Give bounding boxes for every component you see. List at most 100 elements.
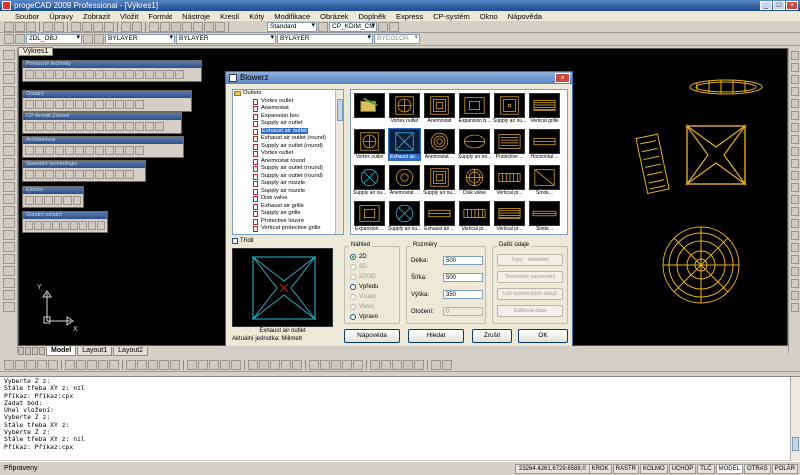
palette-tool-icon[interactable]: [25, 122, 34, 131]
menu-item-13[interactable]: Okno: [475, 12, 503, 21]
modify-tool-icon[interactable]: [791, 243, 799, 252]
thumbnail-item[interactable]: Vertical pr...: [493, 200, 526, 234]
tree-item[interactable]: Anemostat round: [233, 158, 343, 166]
palette-tool-icon[interactable]: [95, 170, 104, 179]
snap-tool-icon[interactable]: [381, 360, 391, 370]
snap-tool-icon[interactable]: [392, 360, 402, 370]
palette-tool-icon[interactable]: [75, 70, 84, 79]
palette-tool-icon[interactable]: [115, 100, 124, 109]
palette-tool-icon[interactable]: [105, 100, 114, 109]
tree-item[interactable]: Exhaust air outlet (round): [233, 135, 343, 143]
palette-tool-icon[interactable]: [25, 170, 34, 179]
plotstyle-combo[interactable]: BYCOLOR: [374, 34, 420, 44]
menu-item-6[interactable]: Kreslí: [215, 12, 244, 21]
palette-tool-icon[interactable]: [125, 70, 134, 79]
palette-tool-icon[interactable]: [25, 196, 34, 205]
modify-tool-icon[interactable]: [791, 87, 799, 96]
text-style-combo[interactable]: Standard: [267, 21, 317, 32]
text-style-icon[interactable]: [318, 21, 328, 32]
palette-tool-icon[interactable]: [63, 196, 72, 205]
last-tab-icon[interactable]: [39, 347, 45, 355]
palette-title[interactable]: CP-Kreslit Zdravé: [23, 113, 181, 120]
menu-item-11[interactable]: Express: [391, 12, 428, 21]
snap-tool-icon[interactable]: [76, 360, 86, 370]
palette-tool-icon[interactable]: [65, 122, 74, 131]
palette-tool-icon[interactable]: [65, 70, 74, 79]
draw-tool-icon[interactable]: [3, 302, 15, 312]
palette-tool-icon[interactable]: [72, 196, 81, 205]
palette-tool-icon[interactable]: [115, 122, 124, 131]
command-line[interactable]: Vyberte Z z: Stále třeba XY z: nil Příkaz:…: [0, 376, 800, 461]
thumbnail-item[interactable]: Anemostat ...: [388, 164, 421, 199]
prev-tab-icon[interactable]: [25, 347, 31, 355]
palette-tool-icon[interactable]: [115, 70, 124, 79]
palette-tool-icon[interactable]: [45, 100, 54, 109]
palette-title[interactable]: Pomocné techniky: [23, 61, 201, 68]
palette-tool-icon[interactable]: [165, 70, 174, 79]
status-toggle[interactable]: KOLMO: [639, 464, 668, 474]
dimension-input[interactable]: 500: [443, 273, 483, 282]
palette-tool-icon[interactable]: [125, 146, 134, 155]
thumbnail-item[interactable]: Smok...: [528, 164, 561, 199]
make-current-icon[interactable]: [83, 34, 93, 44]
palette-tool-icon[interactable]: [95, 146, 104, 155]
modify-tool-icon[interactable]: [791, 159, 799, 168]
dialog-close-button[interactable]: ×: [555, 73, 570, 83]
snap-tool-icon[interactable]: [309, 360, 319, 370]
palette-tool-icon[interactable]: [34, 221, 42, 230]
preview-icon[interactable]: [54, 21, 64, 32]
palette-tool-icon[interactable]: [95, 70, 104, 79]
draw-tool-icon[interactable]: [3, 86, 15, 96]
menu-item-9[interactable]: Obrázek: [315, 12, 353, 21]
palette-tool-icon[interactable]: [65, 170, 74, 179]
palette-tool-icon[interactable]: [55, 170, 64, 179]
status-toggle[interactable]: OTRAS: [743, 464, 771, 474]
palette-tool-icon[interactable]: [55, 122, 64, 131]
palette-tool-icon[interactable]: [35, 70, 44, 79]
properties-icon[interactable]: [193, 21, 203, 32]
snap-tool-icon[interactable]: [414, 360, 424, 370]
palette-tool-icon[interactable]: [75, 170, 84, 179]
thumbnail-item[interactable]: [353, 92, 386, 127]
palette-tool-icon[interactable]: [125, 170, 134, 179]
radio-button[interactable]: [350, 284, 356, 290]
draw-tool-icon[interactable]: [3, 134, 15, 144]
snap-tool-icon[interactable]: [248, 360, 258, 370]
modify-tool-icon[interactable]: [791, 111, 799, 120]
menu-item-14[interactable]: Nápověda: [503, 12, 547, 21]
palette-tool-icon[interactable]: [85, 100, 94, 109]
zoom-window-icon[interactable]: [171, 21, 181, 32]
status-toggle[interactable]: KROK: [588, 464, 612, 474]
tree-item[interactable]: Supply air outlet (round): [233, 143, 343, 151]
view-radio[interactable]: 2D: [350, 252, 399, 262]
ok-button[interactable]: OK: [518, 329, 568, 343]
modify-tool-icon[interactable]: [791, 123, 799, 132]
snap-tool-icon[interactable]: [198, 360, 208, 370]
menu-item-8[interactable]: Modifikace: [269, 12, 315, 21]
lineweight-combo[interactable]: BYLAYER: [277, 34, 373, 44]
close-button[interactable]: ×: [786, 1, 798, 10]
modify-tool-icon[interactable]: [791, 63, 799, 72]
status-toggle[interactable]: TLČ: [697, 464, 715, 474]
thumbnail-item[interactable]: Supply air ou...: [493, 92, 526, 127]
menu-item-5[interactable]: Nástroje: [177, 12, 215, 21]
radio-button[interactable]: [350, 254, 356, 260]
thumbnail-item[interactable]: Supply air ou...: [353, 164, 386, 199]
cut-icon[interactable]: [71, 21, 81, 32]
palette-title[interactable]: Elektro: [23, 187, 83, 194]
menu-item-4[interactable]: Formát: [143, 12, 177, 21]
snap-tool-icon[interactable]: [15, 360, 25, 370]
palette-tool-icon[interactable]: [34, 196, 43, 205]
status-toggle[interactable]: UCHOP: [668, 464, 697, 474]
palette-tool-icon[interactable]: [70, 221, 78, 230]
snap-tool-icon[interactable]: [37, 360, 47, 370]
tree-item[interactable]: Supply air outlet (round): [233, 165, 343, 173]
snap-tool-icon[interactable]: [170, 360, 180, 370]
palette-tool-icon[interactable]: [125, 122, 134, 131]
palette-tool-icon[interactable]: [125, 100, 134, 109]
snap-tool-icon[interactable]: [281, 360, 291, 370]
color-combo[interactable]: BYLAYER: [105, 34, 175, 44]
palette-tool-icon[interactable]: [25, 146, 34, 155]
draw-tool-icon[interactable]: [3, 170, 15, 180]
palette-tool-icon[interactable]: [55, 146, 64, 155]
